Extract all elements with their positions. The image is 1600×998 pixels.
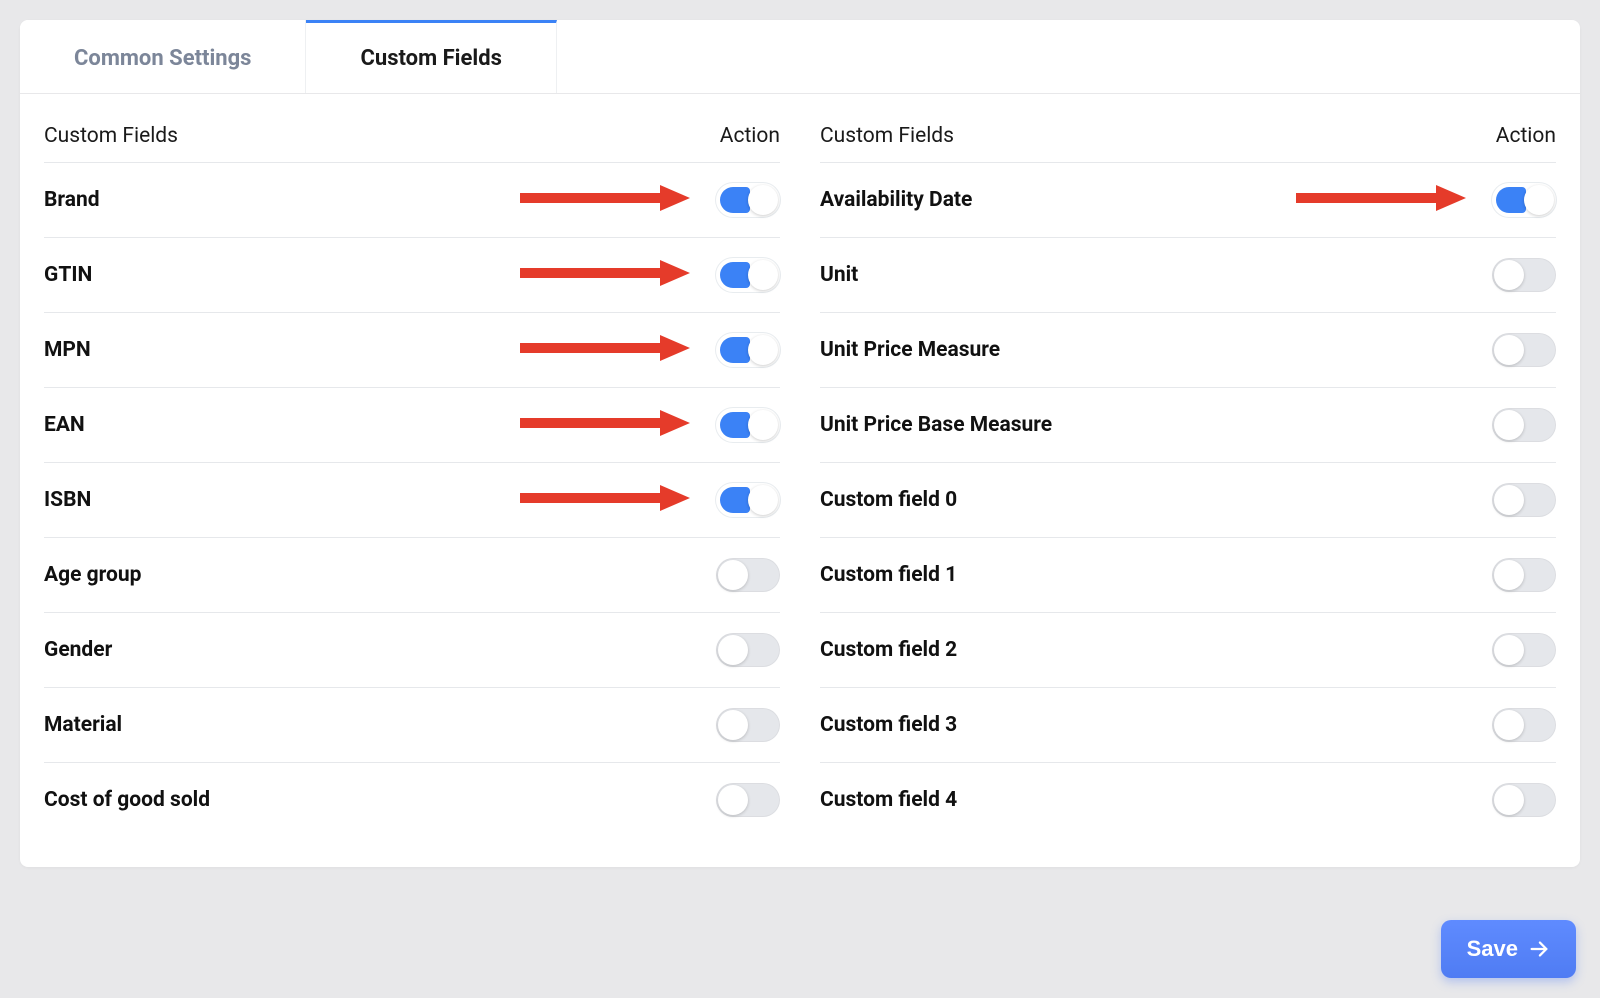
pointer-arrow-icon [1296, 183, 1466, 217]
toggle-switch[interactable] [716, 333, 780, 367]
field-label: GTIN [44, 263, 92, 287]
toggle-switch[interactable] [716, 633, 780, 667]
toggle-switch[interactable] [716, 258, 780, 292]
toggle-knob [748, 410, 778, 440]
field-label: Brand [44, 188, 100, 212]
pointer-arrow-icon [520, 408, 690, 442]
field-row: EAN [44, 387, 780, 462]
tabs: Common Settings Custom Fields [20, 20, 1580, 94]
save-button-label: Save [1467, 936, 1518, 962]
arrow-right-icon [1528, 938, 1550, 960]
field-row: Unit [820, 237, 1556, 312]
field-row: Brand [44, 162, 780, 237]
right-column: Custom Fields Action Availability Date Un… [820, 104, 1556, 837]
toggle-knob [748, 185, 778, 215]
toggle-switch[interactable] [1492, 558, 1556, 592]
field-row: Cost of good sold [44, 762, 780, 837]
field-label: Unit Price Measure [820, 338, 1000, 362]
field-row: Age group [44, 537, 780, 612]
content-area: Custom Fields Action Brand GTIN MPN EAN ISBN… [20, 94, 1580, 837]
field-row: Custom field 1 [820, 537, 1556, 612]
column-title: Custom Fields [44, 124, 178, 148]
field-row: Unit Price Measure [820, 312, 1556, 387]
toggle-switch[interactable] [716, 408, 780, 442]
field-row: Availability Date [820, 162, 1556, 237]
toggle-switch[interactable] [1492, 408, 1556, 442]
field-label: Custom field 1 [820, 563, 957, 587]
toggle-switch[interactable] [1492, 708, 1556, 742]
toggle-knob [1494, 560, 1524, 590]
field-row: Custom field 4 [820, 762, 1556, 837]
pointer-arrow-icon [520, 333, 690, 367]
field-label: Material [44, 713, 122, 737]
field-row: Material [44, 687, 780, 762]
pointer-arrow-icon [520, 258, 690, 292]
toggle-knob [1494, 335, 1524, 365]
toggle-knob [718, 635, 748, 665]
toggle-knob [1494, 485, 1524, 515]
save-button[interactable]: Save [1441, 920, 1576, 978]
toggle-knob [748, 260, 778, 290]
toggle-switch[interactable] [716, 483, 780, 517]
column-action-label: Action [720, 124, 780, 148]
toggle-knob [1494, 710, 1524, 740]
field-label: Custom field 2 [820, 638, 957, 662]
field-row: ISBN [44, 462, 780, 537]
toggle-switch[interactable] [716, 183, 780, 217]
column-header: Custom Fields Action [44, 104, 780, 162]
field-row: Custom field 3 [820, 687, 1556, 762]
field-row: Gender [44, 612, 780, 687]
tab-common-settings[interactable]: Common Settings [20, 20, 306, 93]
pointer-arrow-icon [520, 483, 690, 517]
toggle-switch[interactable] [1492, 333, 1556, 367]
field-row: MPN [44, 312, 780, 387]
field-label: EAN [44, 413, 85, 437]
column-title: Custom Fields [820, 124, 954, 148]
toggle-knob [1524, 185, 1554, 215]
toggle-switch[interactable] [716, 558, 780, 592]
toggle-knob [718, 710, 748, 740]
field-row: Custom field 2 [820, 612, 1556, 687]
toggle-knob [718, 560, 748, 590]
settings-panel: Common Settings Custom Fields Custom Fie… [20, 20, 1580, 867]
pointer-arrow-icon [520, 183, 690, 217]
field-label: ISBN [44, 488, 91, 512]
field-label: Unit Price Base Measure [820, 413, 1052, 437]
save-area: Save [1441, 920, 1576, 978]
toggle-switch[interactable] [716, 783, 780, 817]
toggle-switch[interactable] [1492, 783, 1556, 817]
field-label: Age group [44, 563, 141, 587]
toggle-switch[interactable] [716, 708, 780, 742]
left-column: Custom Fields Action Brand GTIN MPN EAN ISBN… [44, 104, 780, 837]
toggle-switch[interactable] [1492, 183, 1556, 217]
field-row: Custom field 0 [820, 462, 1556, 537]
column-header: Custom Fields Action [820, 104, 1556, 162]
field-label: Unit [820, 263, 858, 287]
field-label: Availability Date [820, 188, 972, 212]
column-action-label: Action [1496, 124, 1556, 148]
toggle-switch[interactable] [1492, 258, 1556, 292]
field-label: MPN [44, 338, 91, 362]
field-row: Unit Price Base Measure [820, 387, 1556, 462]
toggle-knob [1494, 635, 1524, 665]
toggle-knob [748, 335, 778, 365]
field-label: Custom field 3 [820, 713, 957, 737]
tab-custom-fields[interactable]: Custom Fields [306, 20, 556, 93]
toggle-knob [1494, 260, 1524, 290]
toggle-knob [718, 785, 748, 815]
field-label: Custom field 0 [820, 488, 957, 512]
field-label: Custom field 4 [820, 788, 957, 812]
toggle-knob [748, 485, 778, 515]
toggle-switch[interactable] [1492, 483, 1556, 517]
field-label: Gender [44, 638, 112, 662]
field-row: GTIN [44, 237, 780, 312]
toggle-switch[interactable] [1492, 633, 1556, 667]
field-label: Cost of good sold [44, 788, 210, 812]
toggle-knob [1494, 785, 1524, 815]
toggle-knob [1494, 410, 1524, 440]
